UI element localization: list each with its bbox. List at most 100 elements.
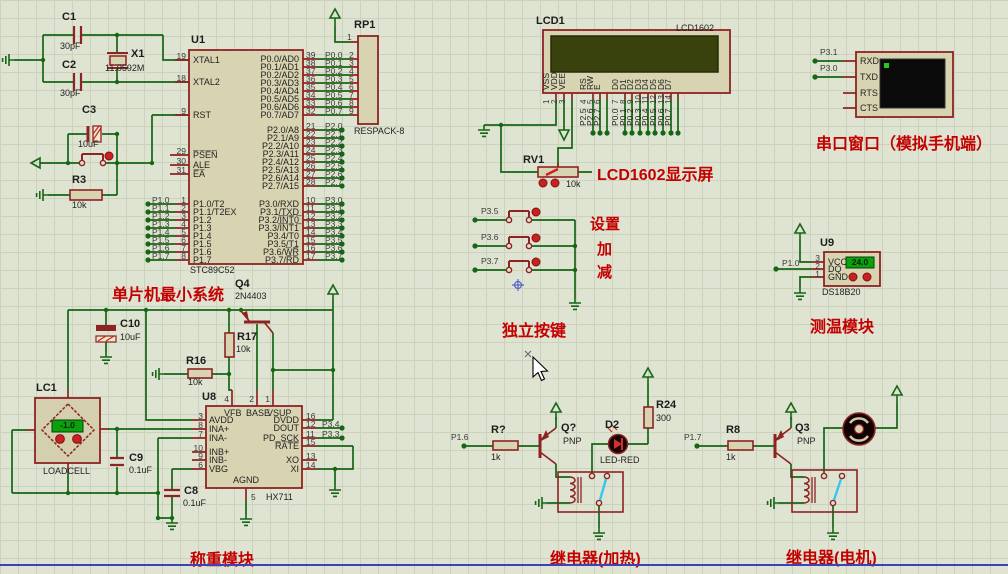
component-value: RESPACK-8	[354, 126, 405, 136]
transistor-q-heat[interactable]	[538, 427, 557, 465]
temp-down-button	[862, 272, 872, 282]
pin-name: RXD	[860, 56, 880, 66]
pin-or-net-label: 19	[176, 51, 186, 61]
pin-or-net-label: P3.1	[820, 47, 838, 57]
pin-number-vertical: 14	[664, 95, 673, 104]
component-ref: Q4	[235, 278, 250, 290]
key-label-add: 加	[597, 241, 613, 258]
pin-name: RTS	[860, 88, 878, 98]
pin-or-net-label: P3.3	[322, 429, 340, 439]
respack-rp1[interactable]	[357, 35, 379, 125]
component-value: 10uF	[120, 332, 141, 342]
component-value: 0.1uF	[129, 465, 153, 475]
component-ref: C1	[62, 11, 77, 23]
component-ref: C3	[82, 104, 97, 116]
capacitor-c8[interactable]	[164, 488, 180, 498]
resistor-r17[interactable]	[224, 332, 235, 358]
pin-or-net-label: 14	[306, 460, 316, 470]
pin-name: P̅S̅E̅N̅	[193, 150, 218, 160]
pin-or-net-label: 5	[251, 492, 256, 502]
component-value: 10uF	[78, 139, 99, 149]
proteus-schematic-canvas[interactable]: C1 30pF C2 30pF X1 11.0592M 19 18 9 C3 10uF R3 10k U1…	[0, 0, 1008, 574]
pin-or-net-label: P0.7	[325, 106, 343, 116]
pin-or-net-label: P3.7	[325, 251, 343, 261]
sheet-border	[0, 564, 1008, 566]
section-title-weigh: 称重模块	[190, 552, 255, 569]
pin-or-net-label: 31	[176, 165, 186, 175]
component-ref: C2	[62, 59, 77, 71]
pin-or-net-label: P1.6	[451, 432, 469, 442]
component-ref: R24	[656, 399, 677, 411]
component-ref: R8	[726, 424, 741, 436]
pin-or-net-label: 6	[198, 460, 203, 470]
pin-or-net-label: P1.7	[152, 251, 170, 261]
key-label-sub: 减	[597, 264, 613, 281]
button-actuator	[531, 207, 541, 217]
pin-name: DOUT	[273, 423, 300, 433]
component-ref: RP1	[354, 19, 376, 31]
resistor-r-heat[interactable]	[492, 440, 519, 451]
resistor-r8[interactable]	[727, 440, 754, 451]
x-marker-icon	[524, 350, 532, 358]
pin-or-net-label: P3.4	[322, 419, 340, 429]
relay-lever	[832, 478, 843, 501]
pin-or-net-label: 2	[249, 394, 254, 404]
component-value: 11.0592M	[105, 63, 145, 73]
vdd-down-arrow	[557, 129, 571, 142]
resistor-r3[interactable]	[69, 189, 103, 201]
motor[interactable]	[842, 412, 876, 446]
weight-down-button	[72, 434, 82, 444]
pot-decrease	[538, 178, 548, 188]
pin-or-net-label: 9	[181, 106, 186, 116]
component-value: PNP	[563, 436, 582, 446]
capacitor-c9[interactable]	[110, 456, 124, 467]
component-ref: U1	[191, 34, 206, 46]
component-value: HX711	[266, 492, 293, 502]
pin-or-net-label: 9	[349, 106, 354, 116]
pin-name: R̅A̅T̅E̅	[274, 441, 299, 451]
relay-heat[interactable]	[557, 471, 624, 513]
pin-or-net-label: 1	[347, 32, 352, 42]
weight-up-button	[55, 434, 65, 444]
pin-or-net-label: 32	[306, 106, 316, 116]
button-actuator	[531, 233, 541, 243]
pin-name-vertical: VEE	[557, 72, 567, 90]
origin-marker-icon	[512, 279, 524, 291]
section-title-temp: 测温模块	[810, 319, 875, 336]
pin-name: XTAL2	[193, 77, 220, 87]
relay-lever	[598, 478, 608, 501]
pin-number-vertical: 3	[558, 99, 567, 104]
pin-or-net-label: P3.0	[820, 63, 838, 73]
pin-or-net-label: 18	[176, 73, 186, 83]
pin-name: INA-	[209, 433, 227, 443]
pin-name: VBG	[209, 464, 229, 474]
pin-or-net-label: P1.7	[684, 432, 702, 442]
pin-or-net-label: P3.6	[481, 232, 499, 242]
serial-screen	[879, 58, 946, 109]
pin-name-vertical: P0.7	[663, 108, 673, 127]
pin-or-net-label: 28	[306, 177, 316, 187]
component-ref: RV1	[523, 154, 545, 166]
lcd-screen	[550, 35, 719, 73]
pin-name: CTS	[860, 103, 878, 113]
pin-or-net-label: P3.5	[481, 206, 499, 216]
component-ref: X1	[131, 48, 145, 60]
serial-cursor	[884, 63, 889, 68]
pin-or-net-label: 12	[306, 419, 316, 429]
resistor-r24[interactable]	[643, 406, 654, 429]
transistor-q3[interactable]	[773, 427, 792, 465]
pin-name: P3.7/R̅D̅	[264, 255, 299, 265]
component-value: 1k	[726, 452, 736, 462]
section-title-keys: 独立按键	[502, 323, 567, 340]
pot-increase	[550, 178, 560, 188]
section-title-lcd: LCD1602显示屏	[597, 167, 714, 184]
component-value: 2N4403	[235, 291, 267, 301]
ds18b20-reading: 24.0	[851, 257, 869, 267]
component-value: 1k	[491, 452, 501, 462]
component-ref: R3	[72, 174, 87, 186]
component-value: 0.1uF	[183, 498, 207, 508]
pin-or-net-label: 1	[265, 394, 270, 404]
component-ref: R17	[237, 331, 258, 343]
capacitor-c10[interactable]	[95, 325, 117, 343]
wires	[11, 26, 898, 528]
